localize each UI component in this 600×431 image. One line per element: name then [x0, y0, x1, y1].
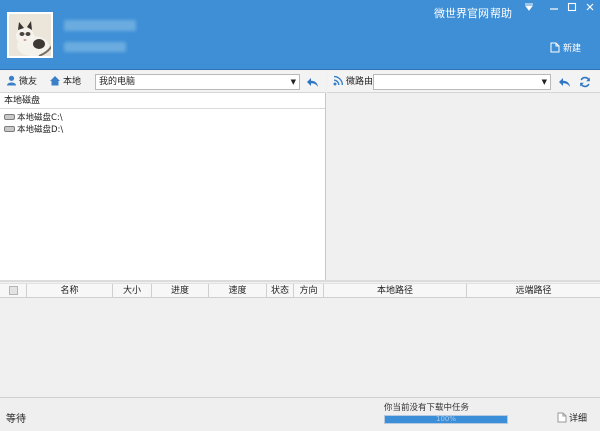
new-button-label: 新建: [563, 44, 582, 54]
column-size[interactable]: 大小: [113, 284, 152, 298]
drive-item-d[interactable]: 本地磁盘D:\: [0, 123, 325, 135]
router-button[interactable]: 微路由: [329, 74, 377, 87]
rss-icon: [333, 75, 344, 86]
column-remote-path[interactable]: 远端路径: [467, 284, 600, 298]
detail-button[interactable]: 详细: [557, 411, 587, 424]
cat-avatar-image: [9, 14, 51, 56]
download-message: 你当前没有下载中任务: [384, 403, 470, 413]
user-id-blurred: [64, 42, 126, 52]
link-official-site[interactable]: 官网: [467, 5, 489, 21]
drive-label: 本地磁盘C:\: [17, 113, 63, 123]
user-icon: [7, 75, 16, 86]
transfer-table-header: 名称 大小 进度 速度 状态 方向 本地路径 远端路径: [0, 283, 600, 298]
local-location-value: 我的电脑: [99, 77, 136, 87]
remote-file-panel: [327, 93, 600, 281]
status-bar: 等待 你当前没有下载中任务 100% 详细: [0, 397, 600, 431]
local-back-button[interactable]: [304, 74, 321, 90]
column-status[interactable]: 状态: [267, 284, 294, 298]
username-blurred: [64, 20, 136, 31]
friends-label: 微友: [19, 77, 38, 87]
close-button[interactable]: [581, 2, 599, 16]
link-help[interactable]: 帮助: [490, 5, 512, 21]
detail-label: 详细: [569, 414, 588, 424]
friends-button[interactable]: 微友: [2, 74, 41, 87]
back-arrow-icon: [559, 77, 570, 87]
drive-item-c[interactable]: 本地磁盘C:\: [0, 111, 325, 123]
title-header: 微世界 官网 帮助 新建: [0, 0, 600, 70]
close-icon: [586, 3, 594, 11]
hard-drive-icon: [4, 126, 15, 132]
chevron-down-icon: ▼: [541, 78, 547, 86]
new-file-icon: [550, 42, 560, 53]
refresh-icon: [579, 76, 590, 88]
chevron-down-icon: ▼: [290, 78, 296, 86]
transfer-table-body: [0, 298, 600, 398]
local-toolbar: 微友 本地 我的电脑 ▼: [0, 71, 326, 93]
progress-text: 100%: [435, 415, 456, 423]
router-label: 微路由: [346, 77, 374, 87]
hard-drive-icon: [4, 114, 15, 120]
local-label: 本地: [63, 77, 82, 87]
avatar[interactable]: [7, 12, 53, 58]
column-direction[interactable]: 方向: [294, 284, 324, 298]
remote-location-select[interactable]: ▼: [373, 74, 551, 90]
chevron-down-icon: [525, 3, 533, 11]
link-weishijie[interactable]: 微世界: [434, 5, 467, 21]
panel-divider[interactable]: [0, 280, 600, 282]
maximize-button[interactable]: [563, 2, 581, 16]
column-speed[interactable]: 速度: [209, 284, 267, 298]
column-progress[interactable]: 进度: [152, 284, 209, 298]
local-panel-header: 本地磁盘: [0, 93, 325, 109]
back-arrow-icon: [307, 77, 318, 87]
column-local-path[interactable]: 本地路径: [324, 284, 467, 298]
minimize-icon: [550, 8, 558, 10]
remote-toolbar: 微路由 ▼: [327, 71, 600, 93]
local-file-panel: 本地磁盘 本地磁盘C:\ 本地磁盘D:\: [0, 93, 326, 281]
select-all-cell: [0, 284, 27, 298]
menu-dropdown-button[interactable]: [520, 2, 538, 16]
column-name[interactable]: 名称: [27, 284, 113, 298]
select-all-checkbox[interactable]: [8, 286, 18, 295]
home-icon: [50, 76, 60, 86]
minimize-button[interactable]: [545, 2, 563, 16]
document-icon: [557, 412, 567, 423]
local-location-select[interactable]: 我的电脑 ▼: [95, 74, 300, 90]
remote-refresh-button[interactable]: [576, 74, 593, 90]
local-button[interactable]: 本地: [45, 74, 85, 87]
status-text: 等待: [6, 414, 26, 425]
download-progress-bar: 100%: [384, 415, 508, 424]
remote-back-button[interactable]: [556, 74, 573, 90]
maximize-icon: [567, 2, 577, 12]
drive-label: 本地磁盘D:\: [17, 125, 64, 135]
new-button[interactable]: 新建: [550, 41, 581, 54]
